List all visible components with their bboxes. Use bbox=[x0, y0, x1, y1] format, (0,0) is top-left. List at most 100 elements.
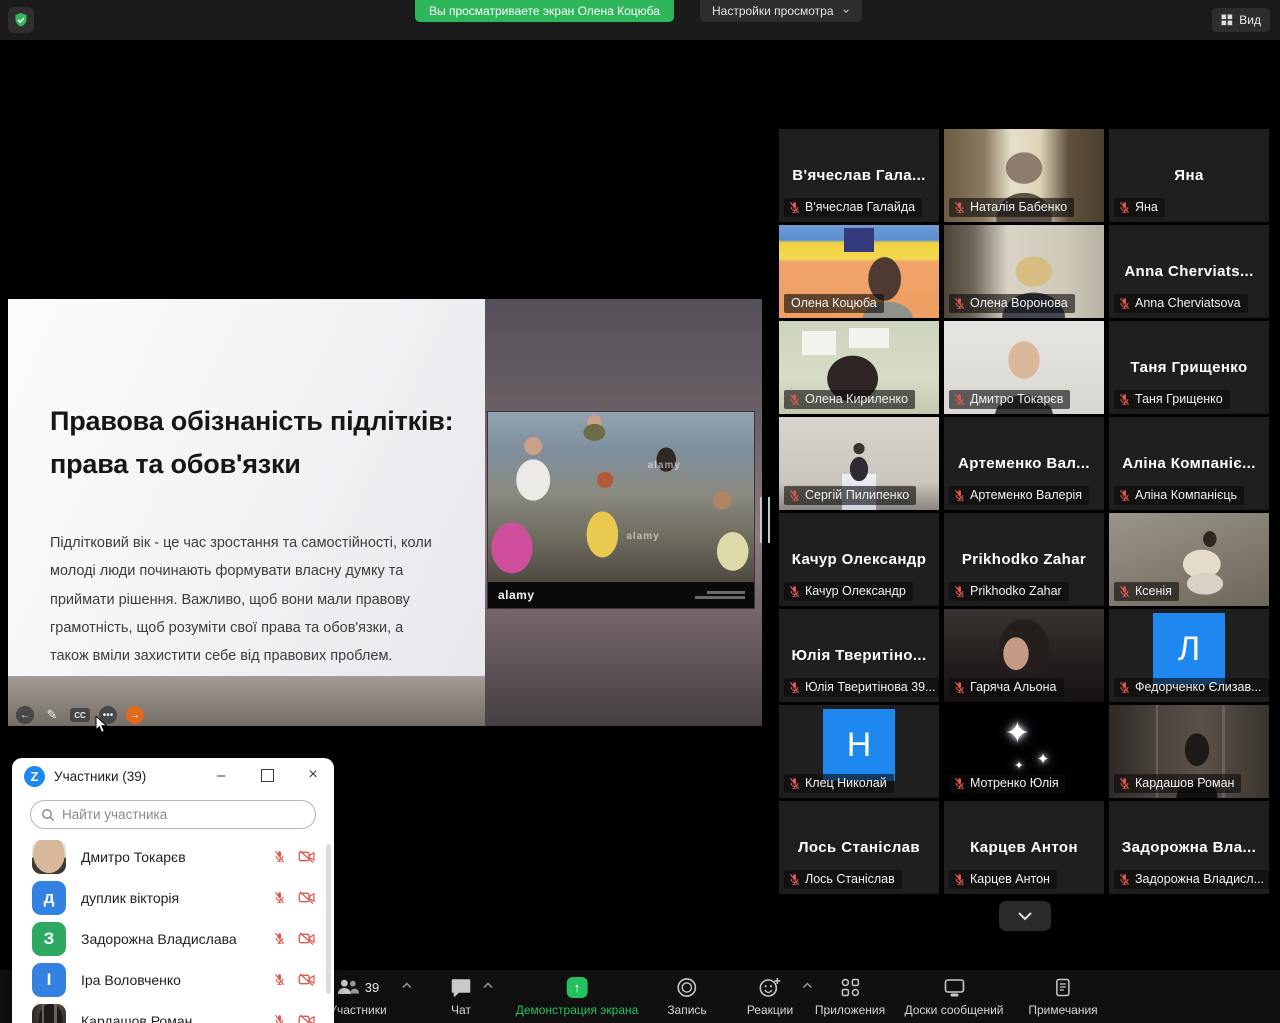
star-sparkle: ✦ bbox=[1014, 759, 1023, 772]
mic-muted-icon bbox=[953, 393, 966, 406]
participant-tile[interactable]: Карцев АнтонКарцев Антон bbox=[944, 801, 1104, 894]
slide-next-button[interactable]: → bbox=[126, 706, 144, 724]
participant-list-item[interactable]: Дмитро Токарєв bbox=[12, 836, 334, 877]
star-sparkle: ✦ bbox=[1005, 716, 1030, 751]
participant-name-label: Кардашов Роман bbox=[1114, 774, 1241, 793]
mic-muted-icon bbox=[788, 489, 801, 502]
participant-name-text: Федорченко Єлизав... bbox=[1135, 680, 1262, 694]
toolbar-chat-button[interactable]: Чат bbox=[451, 977, 472, 1017]
participant-list-item[interactable]: Кардашов Роман bbox=[12, 1000, 334, 1023]
mic-muted-icon bbox=[953, 489, 966, 502]
chat-icon bbox=[451, 978, 472, 997]
mic-muted-icon bbox=[953, 297, 966, 310]
layout-resize-handle[interactable] bbox=[760, 497, 770, 543]
participant-name-text: В'ячеслав Галайда bbox=[805, 200, 915, 214]
toolbar-whiteboards-button[interactable]: Доски сообщений bbox=[904, 977, 1003, 1017]
chevron-up-icon[interactable] bbox=[402, 982, 413, 989]
participant-tile[interactable]: Олена Воронова bbox=[944, 225, 1104, 318]
mouse-cursor bbox=[95, 716, 110, 734]
mic-muted-icon bbox=[953, 393, 966, 406]
participant-list-item[interactable]: ІІра Воловченко bbox=[12, 959, 334, 1000]
participant-tile[interactable]: НКлец Николай bbox=[779, 705, 939, 798]
reactions-icon bbox=[758, 977, 781, 998]
participant-tile[interactable]: Дмитро Токарєв bbox=[944, 321, 1104, 414]
participants-panel-header: Z Участники (39) bbox=[12, 758, 334, 794]
mic-muted-icon bbox=[953, 777, 966, 790]
participant-name-label: Таня Грищенко bbox=[1114, 390, 1230, 409]
participant-tile[interactable]: Prikhodko ZaharPrikhodko Zahar bbox=[944, 513, 1104, 606]
participant-tile[interactable]: Наталія Бабенко bbox=[944, 129, 1104, 222]
toolbar-share-screen-button[interactable]: ↑ Демонстрация экрана bbox=[516, 977, 639, 1017]
participant-tile[interactable]: Кардашов Роман bbox=[1109, 705, 1269, 798]
security-shield-icon[interactable] bbox=[8, 7, 34, 33]
mic-muted-icon bbox=[788, 201, 801, 214]
mic-muted-icon bbox=[953, 201, 966, 214]
chevron-up-icon[interactable] bbox=[483, 982, 494, 989]
toolbar-apps-button[interactable]: Приложения bbox=[815, 977, 885, 1017]
toolbar-record-button[interactable]: Запись bbox=[667, 977, 706, 1017]
participant-tile[interactable]: Артеменко Вал...Артеменко Валерія bbox=[944, 417, 1104, 510]
panel-maximize-button[interactable] bbox=[256, 764, 278, 786]
participant-name-text: Карцев Антон bbox=[970, 872, 1050, 886]
participant-tile[interactable]: Олена Коцюба bbox=[779, 225, 939, 318]
participant-tile[interactable]: Anna Cherviats...Anna Cherviatsova bbox=[1109, 225, 1269, 318]
view-settings-dropdown[interactable]: Настройки просмотра bbox=[700, 0, 862, 22]
view-button[interactable]: Вид bbox=[1212, 8, 1270, 32]
mic-muted-icon bbox=[953, 873, 966, 886]
draw-pencil-button[interactable]: ✎ bbox=[43, 706, 61, 724]
participant-tile[interactable]: Таня ГрищенкоТаня Грищенко bbox=[1109, 321, 1269, 414]
panel-scrollbar[interactable] bbox=[326, 844, 331, 994]
participant-tile[interactable]: Лось СтаніславЛось Станіслав bbox=[779, 801, 939, 894]
mic-muted-icon bbox=[1118, 681, 1131, 694]
mic-muted-icon bbox=[788, 873, 801, 886]
participant-tile[interactable]: Задорожна Вла...Задорожна Владисл... bbox=[1109, 801, 1269, 894]
participant-name-text: Ксенія bbox=[1135, 584, 1172, 598]
participant-name-label: Яна bbox=[1114, 198, 1165, 217]
participant-tile[interactable]: В'ячеслав Гала...В'ячеслав Галайда bbox=[779, 129, 939, 222]
participant-tile[interactable]: ЯнаЯна bbox=[1109, 129, 1269, 222]
participant-name-label: Лось Станіслав bbox=[784, 870, 902, 889]
participant-tile[interactable]: ✦✦✦Мотренко Юлія bbox=[944, 705, 1104, 798]
mic-muted-icon bbox=[953, 681, 966, 694]
participant-name-label: Ксенія bbox=[1114, 582, 1179, 601]
mic-muted-icon bbox=[1118, 585, 1131, 598]
chevron-up-icon[interactable] bbox=[802, 982, 813, 989]
slide-back-button[interactable]: ← bbox=[16, 706, 34, 724]
toolbar-notes-button[interactable]: Примечания bbox=[1028, 977, 1097, 1017]
participant-tile[interactable]: Аліна Компаніє...Аліна Компанієць bbox=[1109, 417, 1269, 510]
participant-name-text: Prikhodko Zahar bbox=[970, 584, 1062, 598]
participant-name-text: Олена Коцюба bbox=[791, 296, 877, 310]
participant-tile[interactable]: Олена Кириленко bbox=[779, 321, 939, 414]
letter-avatar: Л bbox=[1153, 613, 1225, 685]
participants-count: 39 bbox=[365, 980, 379, 995]
participant-search-input[interactable]: Найти участника bbox=[30, 800, 316, 829]
participant-tile[interactable]: Гаряча Альона bbox=[944, 609, 1104, 702]
participant-tile[interactable]: ЛФедорченко Єлизав... bbox=[1109, 609, 1269, 702]
participant-name-label: Артеменко Валерія bbox=[949, 486, 1089, 505]
mic-muted-icon bbox=[788, 681, 801, 694]
toolbar-participants-button[interactable]: 39 Участники bbox=[329, 977, 386, 1017]
participant-tile[interactable]: Юлія Тверитіно...Юлія Тверитінова 39... bbox=[779, 609, 939, 702]
panel-close-button[interactable]: × bbox=[302, 764, 324, 786]
participant-name-label: Anna Cherviatsova bbox=[1114, 294, 1248, 313]
toolbar-reactions-button[interactable]: Реакции bbox=[747, 977, 793, 1017]
search-placeholder: Найти участника bbox=[62, 807, 167, 822]
participant-name: Задорожна Владислава bbox=[81, 931, 273, 947]
closed-captions-button[interactable]: CC bbox=[70, 708, 90, 722]
panel-minimize-button[interactable]: – bbox=[210, 764, 232, 786]
mic-muted-icon bbox=[788, 201, 801, 214]
apps-icon bbox=[840, 977, 861, 998]
participant-tile[interactable]: Сергій Пилипенко bbox=[779, 417, 939, 510]
participant-name-label: Задорожна Владисл... bbox=[1114, 870, 1269, 889]
participant-tile[interactable]: Качур ОлександрКачур Олександр bbox=[779, 513, 939, 606]
participant-tile[interactable]: Ксенія bbox=[1109, 513, 1269, 606]
grid-more-participants-button[interactable] bbox=[999, 901, 1051, 931]
participant-list-item[interactable]: ддуплик вікторія bbox=[12, 877, 334, 918]
mic-muted-icon bbox=[953, 201, 966, 214]
slide-stock-photo: alamy alamy alamy bbox=[488, 412, 754, 608]
mic-muted-icon bbox=[788, 681, 801, 694]
participant-name-text: Юлія Тверитінова 39... bbox=[805, 680, 935, 694]
participant-list-item[interactable]: ЗЗадорожна Владислава bbox=[12, 918, 334, 959]
viewing-screen-banner: Вы просматриваете экран Олена Коцюба bbox=[415, 0, 674, 22]
mic-muted-icon bbox=[1118, 873, 1131, 886]
